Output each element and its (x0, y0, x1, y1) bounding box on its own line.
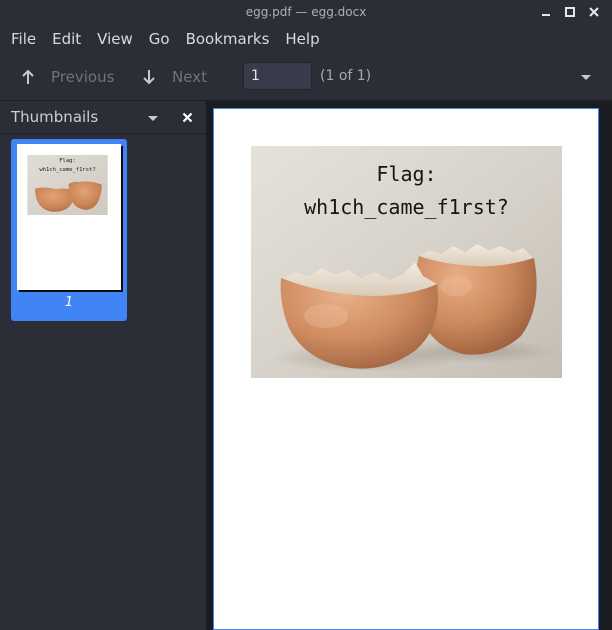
sidebar-header: Thumbnails (0, 101, 206, 134)
chevron-down-icon (580, 67, 592, 86)
minimize-icon[interactable] (534, 3, 558, 21)
thumbnail-page-preview: Flag: wh1ch_came_f1rst? (17, 144, 121, 290)
previous-label: Previous (51, 68, 115, 86)
maximize-icon[interactable] (558, 3, 582, 21)
close-icon (182, 108, 193, 127)
next-label: Next (172, 68, 207, 86)
sidebar-close-button[interactable] (178, 108, 196, 126)
page-thumbnail[interactable]: Flag: wh1ch_came_f1rst? 1 (11, 139, 127, 321)
thumbnail-flag-line2: wh1ch_came_f1rst? (39, 167, 96, 173)
close-icon[interactable] (582, 3, 606, 21)
page-number-input[interactable] (243, 62, 312, 90)
chevron-down-icon (147, 108, 159, 127)
sidebar-title[interactable]: Thumbnails (11, 108, 98, 126)
thumbnail-page-number: 1 (64, 295, 74, 310)
page-count-label: (1 of 1) (320, 68, 372, 84)
document-view[interactable]: Flag: wh1ch_came_f1rst? (207, 101, 612, 630)
flag-label: Flag: (376, 162, 437, 186)
thumbnail-flag-line1: Flag: (59, 158, 76, 164)
egg-image: Flag: wh1ch_came_f1rst? (251, 146, 562, 378)
sidebar-mode-dropdown[interactable] (144, 110, 162, 124)
arrow-up-icon (21, 69, 35, 85)
menu-help[interactable]: Help (277, 24, 327, 54)
document-page: Flag: wh1ch_came_f1rst? (213, 108, 599, 630)
menu-bar: File Edit View Go Bookmarks Help (0, 24, 612, 54)
previous-button[interactable]: Previous (21, 54, 114, 100)
menu-go[interactable]: Go (141, 24, 178, 54)
toolbar-menu-button[interactable] (576, 68, 596, 84)
menu-file[interactable]: File (0, 24, 44, 54)
arrow-down-icon (142, 69, 156, 85)
window-controls (534, 3, 606, 21)
flag-value: wh1ch_came_f1rst? (304, 195, 509, 219)
next-button[interactable]: Next (142, 54, 207, 100)
sidebar: Thumbnails Flag: wh1ch_came_f1rst? 1 (0, 101, 207, 630)
thumbnail-image (27, 155, 108, 215)
menu-view[interactable]: View (89, 24, 141, 54)
window-title: egg.pdf — egg.docx (245, 5, 367, 19)
menu-bookmarks[interactable]: Bookmarks (178, 24, 278, 54)
title-bar: egg.pdf — egg.docx (0, 0, 612, 24)
menu-edit[interactable]: Edit (44, 24, 89, 54)
